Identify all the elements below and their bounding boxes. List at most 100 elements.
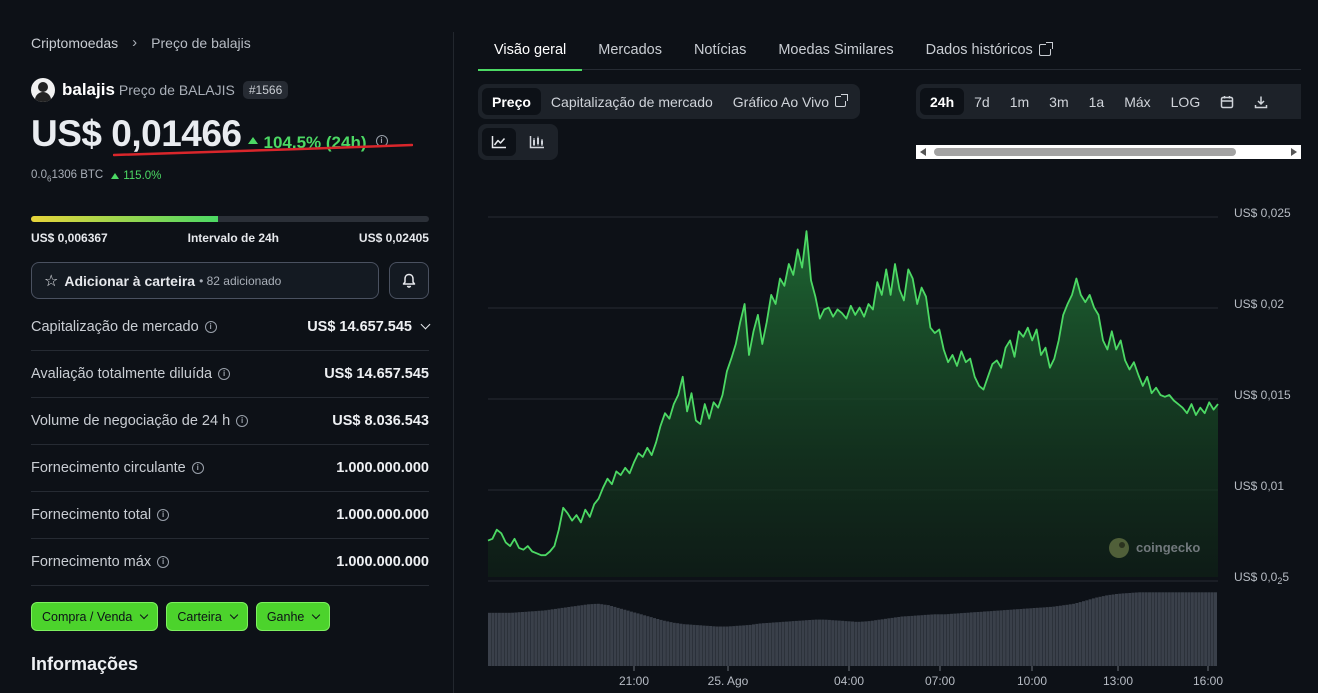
info-icon[interactable]: i xyxy=(157,509,170,521)
action-button-1[interactable]: Carteira xyxy=(166,602,248,631)
volume-bar xyxy=(1002,610,1006,666)
range-high: US$ 0,02405 xyxy=(358,231,429,245)
volume-bar xyxy=(844,621,848,666)
action-button-0[interactable]: Compra / Venda xyxy=(31,602,159,631)
chevron-down-icon xyxy=(140,610,149,619)
volume-bar xyxy=(547,609,551,666)
volume-bar xyxy=(1065,604,1069,666)
info-icon[interactable]: i xyxy=(191,462,204,474)
volume-bar xyxy=(1082,601,1085,666)
volume-bar xyxy=(1210,592,1214,666)
volume-bar xyxy=(1052,606,1056,666)
volume-bar xyxy=(1128,593,1132,666)
volume-bar xyxy=(794,620,798,666)
volume-bar xyxy=(765,623,769,666)
x-tick-label: 10:00 xyxy=(1017,674,1047,688)
volume-bar xyxy=(926,614,930,666)
volume-bar xyxy=(646,616,650,666)
range-24h-bar xyxy=(31,216,429,222)
chevron-down-icon xyxy=(229,610,239,619)
portfolio-count: • 82 adicionado xyxy=(199,273,282,288)
volume-bar xyxy=(1032,608,1036,666)
volume-bar xyxy=(907,616,911,666)
volume-bar xyxy=(1078,602,1082,666)
volume-bar xyxy=(587,604,590,666)
price-alert-button[interactable] xyxy=(389,262,429,299)
volume-bar xyxy=(530,611,534,666)
volume-bar xyxy=(1039,607,1043,666)
action-button-label: Carteira xyxy=(177,609,222,624)
stat-value-text: 1.000.000.000 xyxy=(336,507,429,523)
volume-bar xyxy=(1187,592,1191,666)
stat-label-text: Fornecimento máx xyxy=(31,554,152,570)
chevron-down-icon[interactable] xyxy=(420,319,431,329)
chevron-down-icon xyxy=(312,610,321,619)
volume-bar xyxy=(494,612,498,666)
volume-bar xyxy=(1062,605,1066,666)
btc-price-row: 0.061306 BTC 115.0% xyxy=(31,169,161,183)
volume-bar xyxy=(798,620,802,666)
volume-bar xyxy=(1194,592,1198,666)
stat-row: Fornecimento máx i 1.000.000.000 xyxy=(31,539,429,586)
volume-bar xyxy=(999,610,1003,666)
volume-bar xyxy=(917,615,920,666)
caret-up-icon xyxy=(111,173,120,180)
stat-row[interactable]: Capitalização de mercado i US$ 14.657.545 xyxy=(31,304,431,351)
volume-bar xyxy=(725,626,729,666)
x-tick-label: 04:00 xyxy=(834,674,864,688)
coin-summary-panel: Criptomoedas › Preço de balajis balajis … xyxy=(31,0,431,693)
volume-bar xyxy=(577,605,581,666)
volume-bar xyxy=(1088,599,1092,666)
breadcrumb-root[interactable]: Criptomoedas xyxy=(31,35,118,51)
volume-bar xyxy=(1072,603,1076,666)
stat-value-text: US$ 14.657.545 xyxy=(307,319,412,335)
y-axis: US$ 0,025 US$ 0,02 US$ 0,015 US$ 0,01 US$ 0,… xyxy=(1234,206,1291,586)
price-chart[interactable]: US$ 0,025 US$ 0,02 US$ 0,015 US$ 0,01 US$ 0,… xyxy=(478,0,1301,693)
volume-bar xyxy=(699,625,703,666)
add-to-portfolio-button[interactable]: ☆ Adicionar à carteira • 82 adicionado xyxy=(31,262,379,299)
volume-bar xyxy=(969,612,973,666)
volume-bar xyxy=(600,604,604,666)
action-button-label: Compra / Venda xyxy=(42,609,133,624)
volume-bar xyxy=(920,615,924,666)
volume-bar xyxy=(748,624,752,666)
action-button-label: Ganhe xyxy=(266,609,305,624)
volume-bar xyxy=(626,610,630,666)
volume-bar xyxy=(788,621,792,666)
info-icon[interactable]: i xyxy=(218,368,231,380)
volume-bar xyxy=(1006,609,1010,666)
volume-bar xyxy=(827,619,831,666)
volume-bar xyxy=(1141,592,1145,666)
range-low: US$ 0,006367 xyxy=(31,231,108,245)
stat-label-text: Volume de negociação de 24 h xyxy=(31,413,231,429)
volume-bar xyxy=(1025,608,1029,666)
info-icon[interactable]: i xyxy=(204,321,217,333)
volume-bar xyxy=(1144,592,1148,666)
btc-change: 115.0% xyxy=(111,170,161,182)
volume-bar xyxy=(527,611,531,666)
volume-bar xyxy=(778,622,782,666)
volume-bar xyxy=(639,614,643,666)
info-icon[interactable]: i xyxy=(236,415,249,427)
volume-bar xyxy=(884,618,887,666)
coin-header: balajis Preço de BALAJIS #1566 xyxy=(31,78,289,102)
volume-bar xyxy=(821,619,825,666)
volume-bar xyxy=(1151,592,1155,666)
info-section-title: Informações xyxy=(31,654,139,674)
volume-bar xyxy=(893,617,897,666)
info-icon[interactable]: i xyxy=(157,556,170,568)
volume-bar xyxy=(623,609,627,666)
volume-bar xyxy=(514,612,518,666)
volume-bar xyxy=(524,611,528,666)
volume-bar xyxy=(973,612,977,666)
volume-bar xyxy=(1121,593,1125,666)
action-button-2[interactable]: Ganhe xyxy=(255,602,331,631)
volume-bar xyxy=(1111,594,1115,666)
volume-bar xyxy=(963,612,967,666)
volume-bar xyxy=(1138,592,1142,666)
volume-bar xyxy=(580,605,584,666)
volume-bar xyxy=(1214,592,1217,666)
volume-bar xyxy=(903,616,907,666)
volume-bar xyxy=(814,619,818,666)
volume-bar xyxy=(728,626,732,666)
